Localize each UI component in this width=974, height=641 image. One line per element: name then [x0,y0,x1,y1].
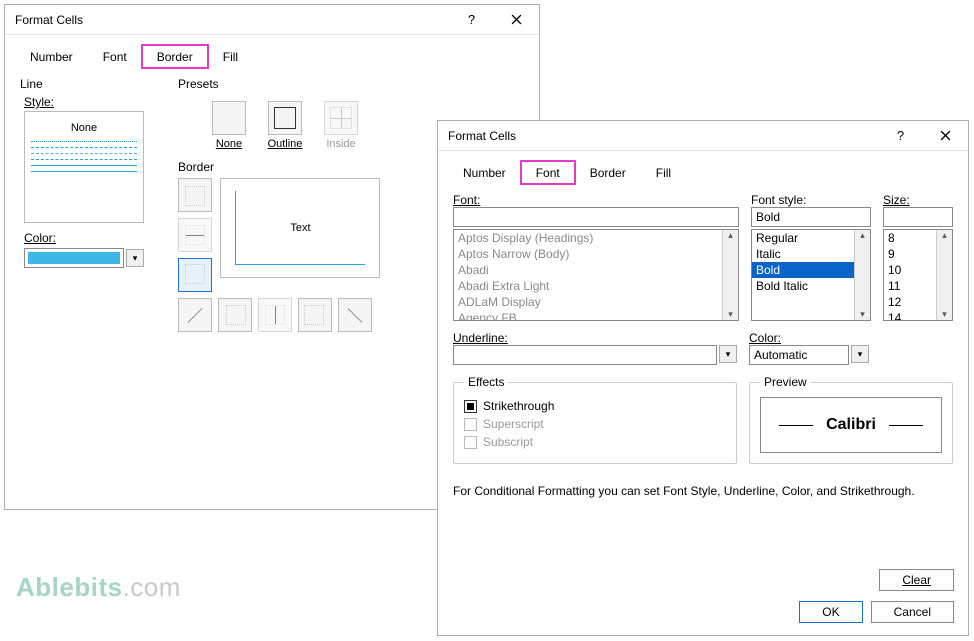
font-style-input[interactable] [751,207,871,227]
preset-none[interactable] [212,101,246,135]
line-style-picker[interactable]: None [24,111,144,223]
border-right-button[interactable] [298,298,332,332]
close-button[interactable] [923,121,968,151]
underline-label: Underline: [453,331,737,345]
tab-fill[interactable]: Fill [208,45,253,68]
border-top-button[interactable] [178,178,212,212]
subscript-checkbox: Subscript [464,433,726,451]
font-style-option[interactable]: Italic [752,246,870,262]
checkbox-icon [464,418,477,431]
border-middle-v-button[interactable] [258,298,292,332]
cancel-button[interactable]: Cancel [871,601,954,623]
color-label: Color: [24,231,160,245]
size-label: Size: [883,193,953,207]
dialog-format-cells-font: Format Cells ? Number Font Border Fill F… [437,120,969,636]
help-button[interactable]: ? [449,5,494,35]
font-listbox[interactable]: Aptos Display (Headings) Aptos Narrow (B… [453,229,739,321]
tab-border[interactable]: Border [142,45,208,68]
border-preview: Text [220,178,380,278]
font-option[interactable]: Aptos Narrow (Body) [454,246,738,262]
tab-strip: Number Font Border Fill [5,35,539,68]
tab-border[interactable]: Border [575,161,641,184]
border-diag-down-button[interactable] [178,298,212,332]
dialog-title: Format Cells [15,13,449,27]
preset-inside [324,101,358,135]
font-style-option[interactable]: Regular [752,230,870,246]
font-option[interactable]: Aptos Display (Headings) [454,230,738,246]
dialog-title: Format Cells [448,129,878,143]
color-label: Color: [749,331,953,345]
tab-fill[interactable]: Fill [641,161,686,184]
font-option[interactable]: Abadi Extra Light [454,278,738,294]
underline-dropdown[interactable]: ▾ [719,345,737,363]
preset-inside-label: Inside [326,138,355,150]
size-input[interactable] [883,207,953,227]
titlebar: Format Cells ? [438,121,968,151]
size-listbox[interactable]: 8 9 10 11 12 14 ▴▾ [883,229,953,321]
font-option[interactable]: Abadi [454,262,738,278]
font-option[interactable]: Agency FB [454,310,738,321]
line-color-dropdown[interactable]: ▾ [126,249,144,267]
checkbox-icon [464,436,477,449]
underline-select[interactable] [453,345,717,365]
tab-number[interactable]: Number [15,45,88,68]
scrollbar[interactable]: ▴▾ [854,230,870,320]
tab-font[interactable]: Font [521,161,575,184]
tab-font[interactable]: Font [88,45,142,68]
close-icon [940,130,951,141]
font-option[interactable]: ADLaM Display [454,294,738,310]
font-style-label: Font style: [751,193,871,207]
scrollbar[interactable]: ▴▾ [722,230,738,320]
font-input[interactable] [453,207,739,227]
border-preview-text: Text [235,191,365,265]
checkbox-icon [464,400,477,413]
watermark: Ablebits.com [16,572,181,603]
line-style-none[interactable]: None [31,118,137,136]
close-icon [511,14,522,25]
font-style-listbox[interactable]: Regular Italic Bold Bold Italic ▴▾ [751,229,871,321]
font-style-option[interactable]: Bold [752,262,870,278]
style-label: Style: [24,95,160,109]
border-diag-up-button[interactable] [338,298,372,332]
effects-group: Effects Strikethrough Superscript Subscr… [453,375,737,464]
scrollbar[interactable]: ▴▾ [936,230,952,320]
line-group-label: Line [20,77,160,91]
border-bottom-button[interactable] [178,258,212,292]
preview-legend: Preview [760,375,811,389]
border-middle-h-button[interactable] [178,218,212,252]
preset-outline-label: Outline [268,138,303,150]
tab-number[interactable]: Number [448,161,521,184]
presets-group-label: Presets [178,77,524,91]
color-select[interactable]: Automatic [749,345,849,365]
color-dropdown[interactable]: ▾ [851,345,869,363]
close-button[interactable] [494,5,539,35]
preview-sample: Calibri [760,397,942,453]
superscript-checkbox: Superscript [464,415,726,433]
preset-none-label: None [216,138,242,150]
titlebar: Format Cells ? [5,5,539,35]
help-button[interactable]: ? [878,121,923,151]
border-left-button[interactable] [218,298,252,332]
effects-legend: Effects [464,375,508,389]
preview-group: Preview Calibri [749,375,953,464]
strikethrough-checkbox[interactable]: Strikethrough [464,397,726,415]
preset-outline[interactable] [268,101,302,135]
tab-strip: Number Font Border Fill [438,151,968,184]
font-label: Font: [453,193,739,207]
clear-button[interactable]: Clear [879,569,954,591]
ok-button[interactable]: OK [799,601,862,623]
font-style-option[interactable]: Bold Italic [752,278,870,294]
note-text: For Conditional Formatting you can set F… [453,474,953,498]
line-color-swatch[interactable] [24,248,124,268]
